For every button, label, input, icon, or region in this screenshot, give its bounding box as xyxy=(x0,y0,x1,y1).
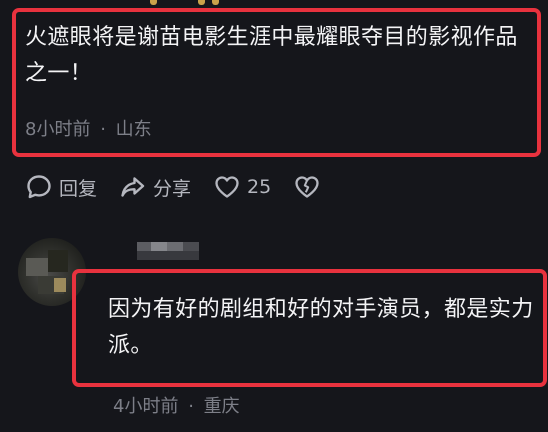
top-sliver xyxy=(150,0,220,6)
share-button[interactable]: 分享 xyxy=(119,173,191,201)
reply-label: 回复 xyxy=(59,177,98,200)
username-blurred[interactable] xyxy=(137,242,199,260)
meta-separator: · xyxy=(100,119,106,140)
share-label: 分享 xyxy=(153,177,192,200)
avatar[interactable] xyxy=(18,238,86,306)
comment-time: 4小时前 xyxy=(113,396,179,417)
comment-text: 因为有好的剧组和好的对手演员，都是实力派。 xyxy=(108,297,534,358)
comment-text: 火遮眼将是谢苗电影生涯中最耀眼夺目的影视作品之一！ xyxy=(25,25,518,86)
comment-meta: 4小时前 · 重庆 xyxy=(113,392,240,418)
dislike-button[interactable] xyxy=(293,173,327,201)
reply-button[interactable]: 回复 xyxy=(25,173,97,201)
heart-icon xyxy=(215,176,239,198)
comment-actions: 回复 分享 25 xyxy=(25,170,349,204)
like-count: 25 xyxy=(247,176,272,198)
broken-heart-icon xyxy=(295,176,319,198)
chat-bubble-icon xyxy=(27,175,51,199)
meta-separator: · xyxy=(188,396,194,417)
like-button[interactable]: 25 xyxy=(213,173,271,201)
share-arrow-icon xyxy=(121,177,145,197)
comment-location: 重庆 xyxy=(203,396,240,417)
comment-meta: 8小时前 · 山东 xyxy=(25,115,152,141)
comment-time: 8小时前 xyxy=(25,119,91,140)
comment-location: 山东 xyxy=(115,119,152,140)
